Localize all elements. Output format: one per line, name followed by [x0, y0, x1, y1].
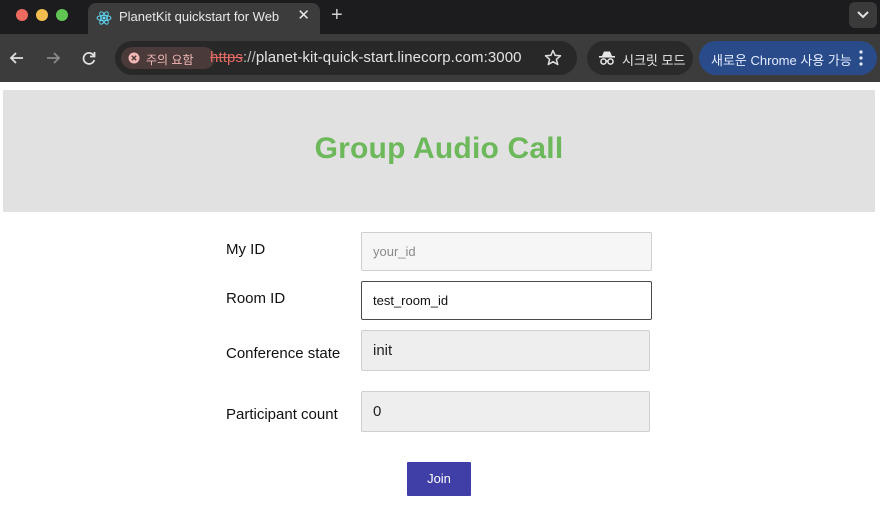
page-header: Group Audio Call [3, 90, 875, 212]
browser-titlebar: PlanetKit quickstart for Web ✕ + [0, 0, 880, 34]
forward-button[interactable] [42, 47, 64, 69]
room-id-input[interactable] [361, 281, 652, 320]
chrome-update-chip[interactable]: 새로운 Chrome 사용 가능 [699, 41, 877, 75]
url-separator: :// [243, 49, 256, 66]
reload-icon [82, 52, 96, 65]
more-menu-icon[interactable] [859, 49, 863, 67]
security-warning-chip[interactable]: 주의 요함 [121, 47, 215, 69]
reload-button[interactable] [78, 47, 100, 69]
join-button[interactable]: Join [407, 462, 471, 496]
react-logo-icon [96, 11, 112, 25]
browser-toolbar: 주의 요함 https://planet-kit-quick-start.lin… [0, 34, 880, 82]
close-window-button[interactable] [16, 9, 28, 21]
tab-title: PlanetKit quickstart for Web [119, 9, 280, 24]
tab-search-button[interactable] [849, 2, 877, 28]
participant-count-value: 0 [361, 391, 650, 432]
chevron-down-icon [857, 11, 869, 19]
conference-state-label: Conference state [226, 345, 341, 362]
page-title: Group Audio Call [314, 132, 564, 165]
arrow-left-icon [9, 52, 23, 64]
minimize-window-button[interactable] [36, 9, 48, 21]
chrome-update-label: 새로운 Chrome 사용 가능 [711, 53, 852, 68]
url-scheme: https [210, 49, 244, 66]
incognito-label: 시크릿 모드 [622, 53, 686, 68]
back-button[interactable] [6, 47, 28, 69]
new-tab-button[interactable]: + [331, 4, 343, 26]
address-bar[interactable]: 주의 요함 https://planet-kit-quick-start.lin… [115, 41, 577, 75]
security-warning-label: 주의 요함 [146, 53, 194, 67]
my-id-input[interactable] [361, 232, 652, 271]
url-host: planet-kit-quick-start.linecorp.com:3000 [255, 49, 522, 66]
incognito-icon [599, 51, 615, 65]
url-text: https://planet-kit-quick-start.linecorp.… [210, 49, 522, 66]
room-id-label: Room ID [226, 290, 286, 307]
maximize-window-button[interactable] [56, 9, 68, 21]
arrow-right-icon [47, 52, 61, 64]
incognito-chip[interactable]: 시크릿 모드 [587, 41, 693, 75]
my-id-label: My ID [226, 241, 266, 258]
participant-count-label: Participant count [226, 406, 338, 423]
page-content: Group Audio Call My ID Room ID Conferenc… [0, 82, 880, 516]
bookmark-star-icon[interactable] [543, 48, 563, 68]
browser-tab[interactable]: PlanetKit quickstart for Web ✕ [88, 3, 320, 34]
warning-icon [128, 52, 140, 64]
conference-state-value: init [361, 330, 650, 371]
tab-close-icon[interactable]: ✕ [297, 7, 310, 25]
